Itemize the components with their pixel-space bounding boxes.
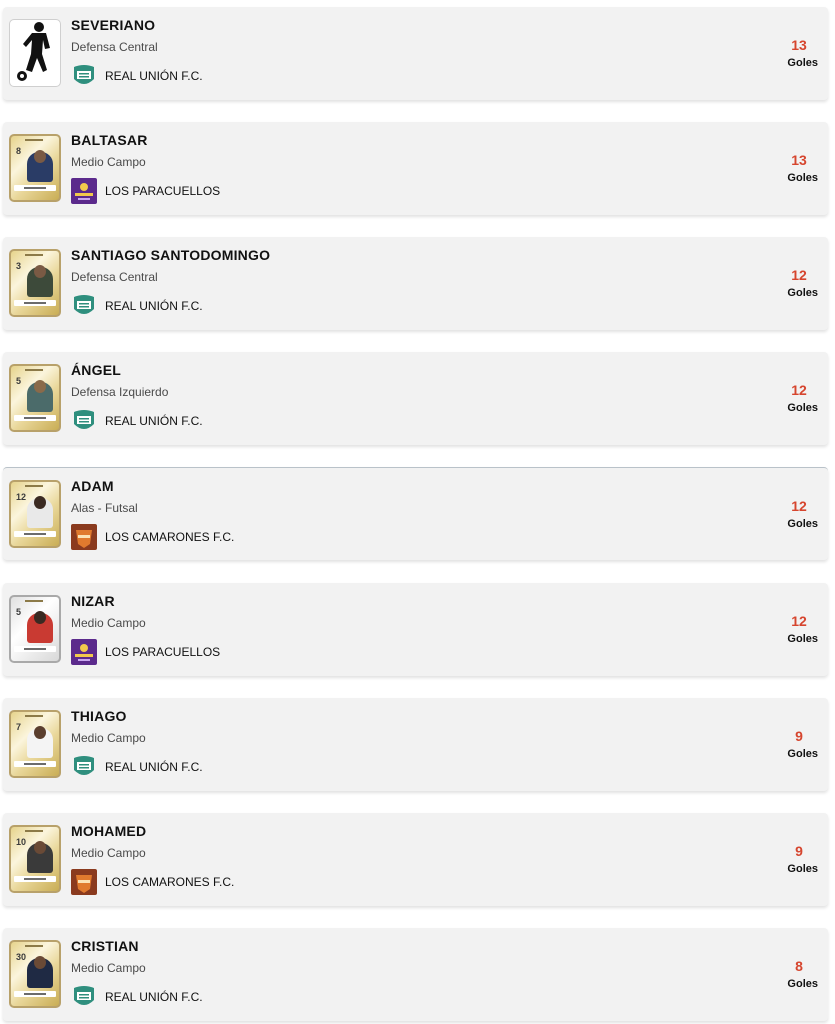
team-info[interactable]: REAL UNIÓN F.C. [71,63,203,89]
team-info[interactable]: REAL UNIÓN F.C. [71,408,203,434]
player-row[interactable]: 7 THIAGO Medio Campo REAL UNIÓN F.C. 9 G… [3,698,828,791]
goals-value: 9 [795,843,803,859]
goals-value: 13 [791,152,807,168]
jersey-number: 7 [16,722,22,732]
player-card-avatar: 3 [9,249,61,317]
jersey-number: 12 [16,492,27,502]
goals-stat: 12 Goles [758,498,818,530]
goals-value: 8 [795,958,803,974]
paracuellos-crest-icon [71,178,97,204]
real-union-crest-icon [71,408,97,434]
team-name: LOS CAMARONES F.C. [105,875,235,889]
team-name: REAL UNIÓN F.C. [105,299,203,313]
jersey-number: 30 [16,952,27,962]
player-card-avatar: 12 [9,480,61,548]
player-name: ADAM [71,478,114,494]
jersey-number: 8 [16,146,22,156]
player-row[interactable]: 5 NIZAR Medio Campo LOS PARACUELLOS 12 G… [3,583,828,676]
team-name: LOS PARACUELLOS [105,184,221,198]
player-position: Medio Campo [71,616,146,630]
player-card-avatar: 8 [9,134,61,202]
goals-value: 12 [791,267,807,283]
goals-value: 12 [791,498,807,514]
team-info[interactable]: REAL UNIÓN F.C. [71,984,203,1010]
player-row[interactable]: 8 BALTASAR Medio Campo LOS PARACUELLOS 1… [3,122,828,215]
player-position: Defensa Izquierdo [71,385,169,399]
goals-value: 12 [791,613,807,629]
player-position: Medio Campo [71,846,146,860]
team-info[interactable]: LOS CAMARONES F.C. [71,524,234,550]
team-info[interactable]: REAL UNIÓN F.C. [71,293,203,319]
goals-label: Goles [787,518,818,530]
team-info[interactable]: REAL UNIÓN F.C. [71,754,203,780]
real-union-crest-icon [71,984,97,1010]
player-row[interactable]: 10 MOHAMED Medio Campo LOS CAMARONES F.C… [3,813,828,906]
player-row[interactable]: SEVERIANO Defensa Central REAL UNIÓN F.C… [3,7,828,100]
team-name: REAL UNIÓN F.C. [105,990,203,1004]
player-card-avatar: 7 [9,710,61,778]
goals-label: Goles [787,172,818,184]
goals-label: Goles [787,57,818,69]
goals-stat: 13 Goles [758,152,818,184]
team-info[interactable]: LOS PARACUELLOS [71,178,220,204]
team-info[interactable]: LOS PARACUELLOS [71,639,220,665]
jersey-number: 5 [16,376,22,386]
goals-stat: 9 Goles [758,843,818,875]
team-name: LOS CAMARONES F.C. [105,530,235,544]
real-union-crest-icon [71,63,97,89]
player-silhouette-avatar [9,19,61,87]
jersey-number: 5 [16,607,22,617]
player-row[interactable]: 5 ÁNGEL Defensa Izquierdo REAL UNIÓN F.C… [3,352,828,445]
jersey-number: 3 [16,261,22,271]
goals-label: Goles [787,748,818,760]
player-name: SEVERIANO [71,17,156,33]
player-name: CRISTIAN [71,938,139,954]
goals-label: Goles [787,863,818,875]
player-card-avatar: 5 [9,595,61,663]
player-position: Alas - Futsal [71,501,138,515]
player-name: THIAGO [71,708,127,724]
goals-stat: 13 Goles [758,37,818,69]
player-silhouette-icon [17,22,50,81]
goals-stat: 12 Goles [758,382,818,414]
player-position: Defensa Central [71,40,158,54]
team-name: LOS PARACUELLOS [105,645,221,659]
camarones-crest-icon [71,869,97,895]
player-card-avatar: 5 [9,364,61,432]
camarones-crest-icon [71,524,97,550]
player-name: MOHAMED [71,823,147,839]
player-position: Defensa Central [71,270,158,284]
player-name: NIZAR [71,593,115,609]
goals-label: Goles [787,633,818,645]
player-name: ÁNGEL [71,362,121,378]
player-card-avatar: 30 [9,940,61,1008]
team-info[interactable]: LOS CAMARONES F.C. [71,869,234,895]
goals-label: Goles [787,402,818,414]
player-card-avatar: 10 [9,825,61,893]
team-name: REAL UNIÓN F.C. [105,414,203,428]
real-union-crest-icon [71,754,97,780]
jersey-number: 10 [16,837,27,847]
team-name: REAL UNIÓN F.C. [105,760,203,774]
player-row[interactable]: 30 CRISTIAN Medio Campo REAL UNIÓN F.C. … [3,928,828,1021]
goals-stat: 9 Goles [758,728,818,760]
player-position: Medio Campo [71,155,146,169]
real-union-crest-icon [71,293,97,319]
paracuellos-crest-icon [71,639,97,665]
goals-stat: 12 Goles [758,267,818,299]
goals-label: Goles [787,287,818,299]
goals-label: Goles [787,978,818,990]
player-position: Medio Campo [71,961,146,975]
team-name: REAL UNIÓN F.C. [105,69,203,83]
goals-value: 9 [795,728,803,744]
player-name: SANTIAGO SANTODOMINGO [71,247,271,263]
goals-value: 13 [791,37,807,53]
goals-value: 12 [791,382,807,398]
player-row[interactable]: 3 SANTIAGO SANTODOMINGO Defensa Central … [3,237,828,330]
player-position: Medio Campo [71,731,146,745]
goals-stat: 12 Goles [758,613,818,645]
goals-stat: 8 Goles [758,958,818,990]
player-name: BALTASAR [71,132,148,148]
player-row[interactable]: 12 ADAM Alas - Futsal LOS CAMARONES F.C.… [3,467,828,560]
